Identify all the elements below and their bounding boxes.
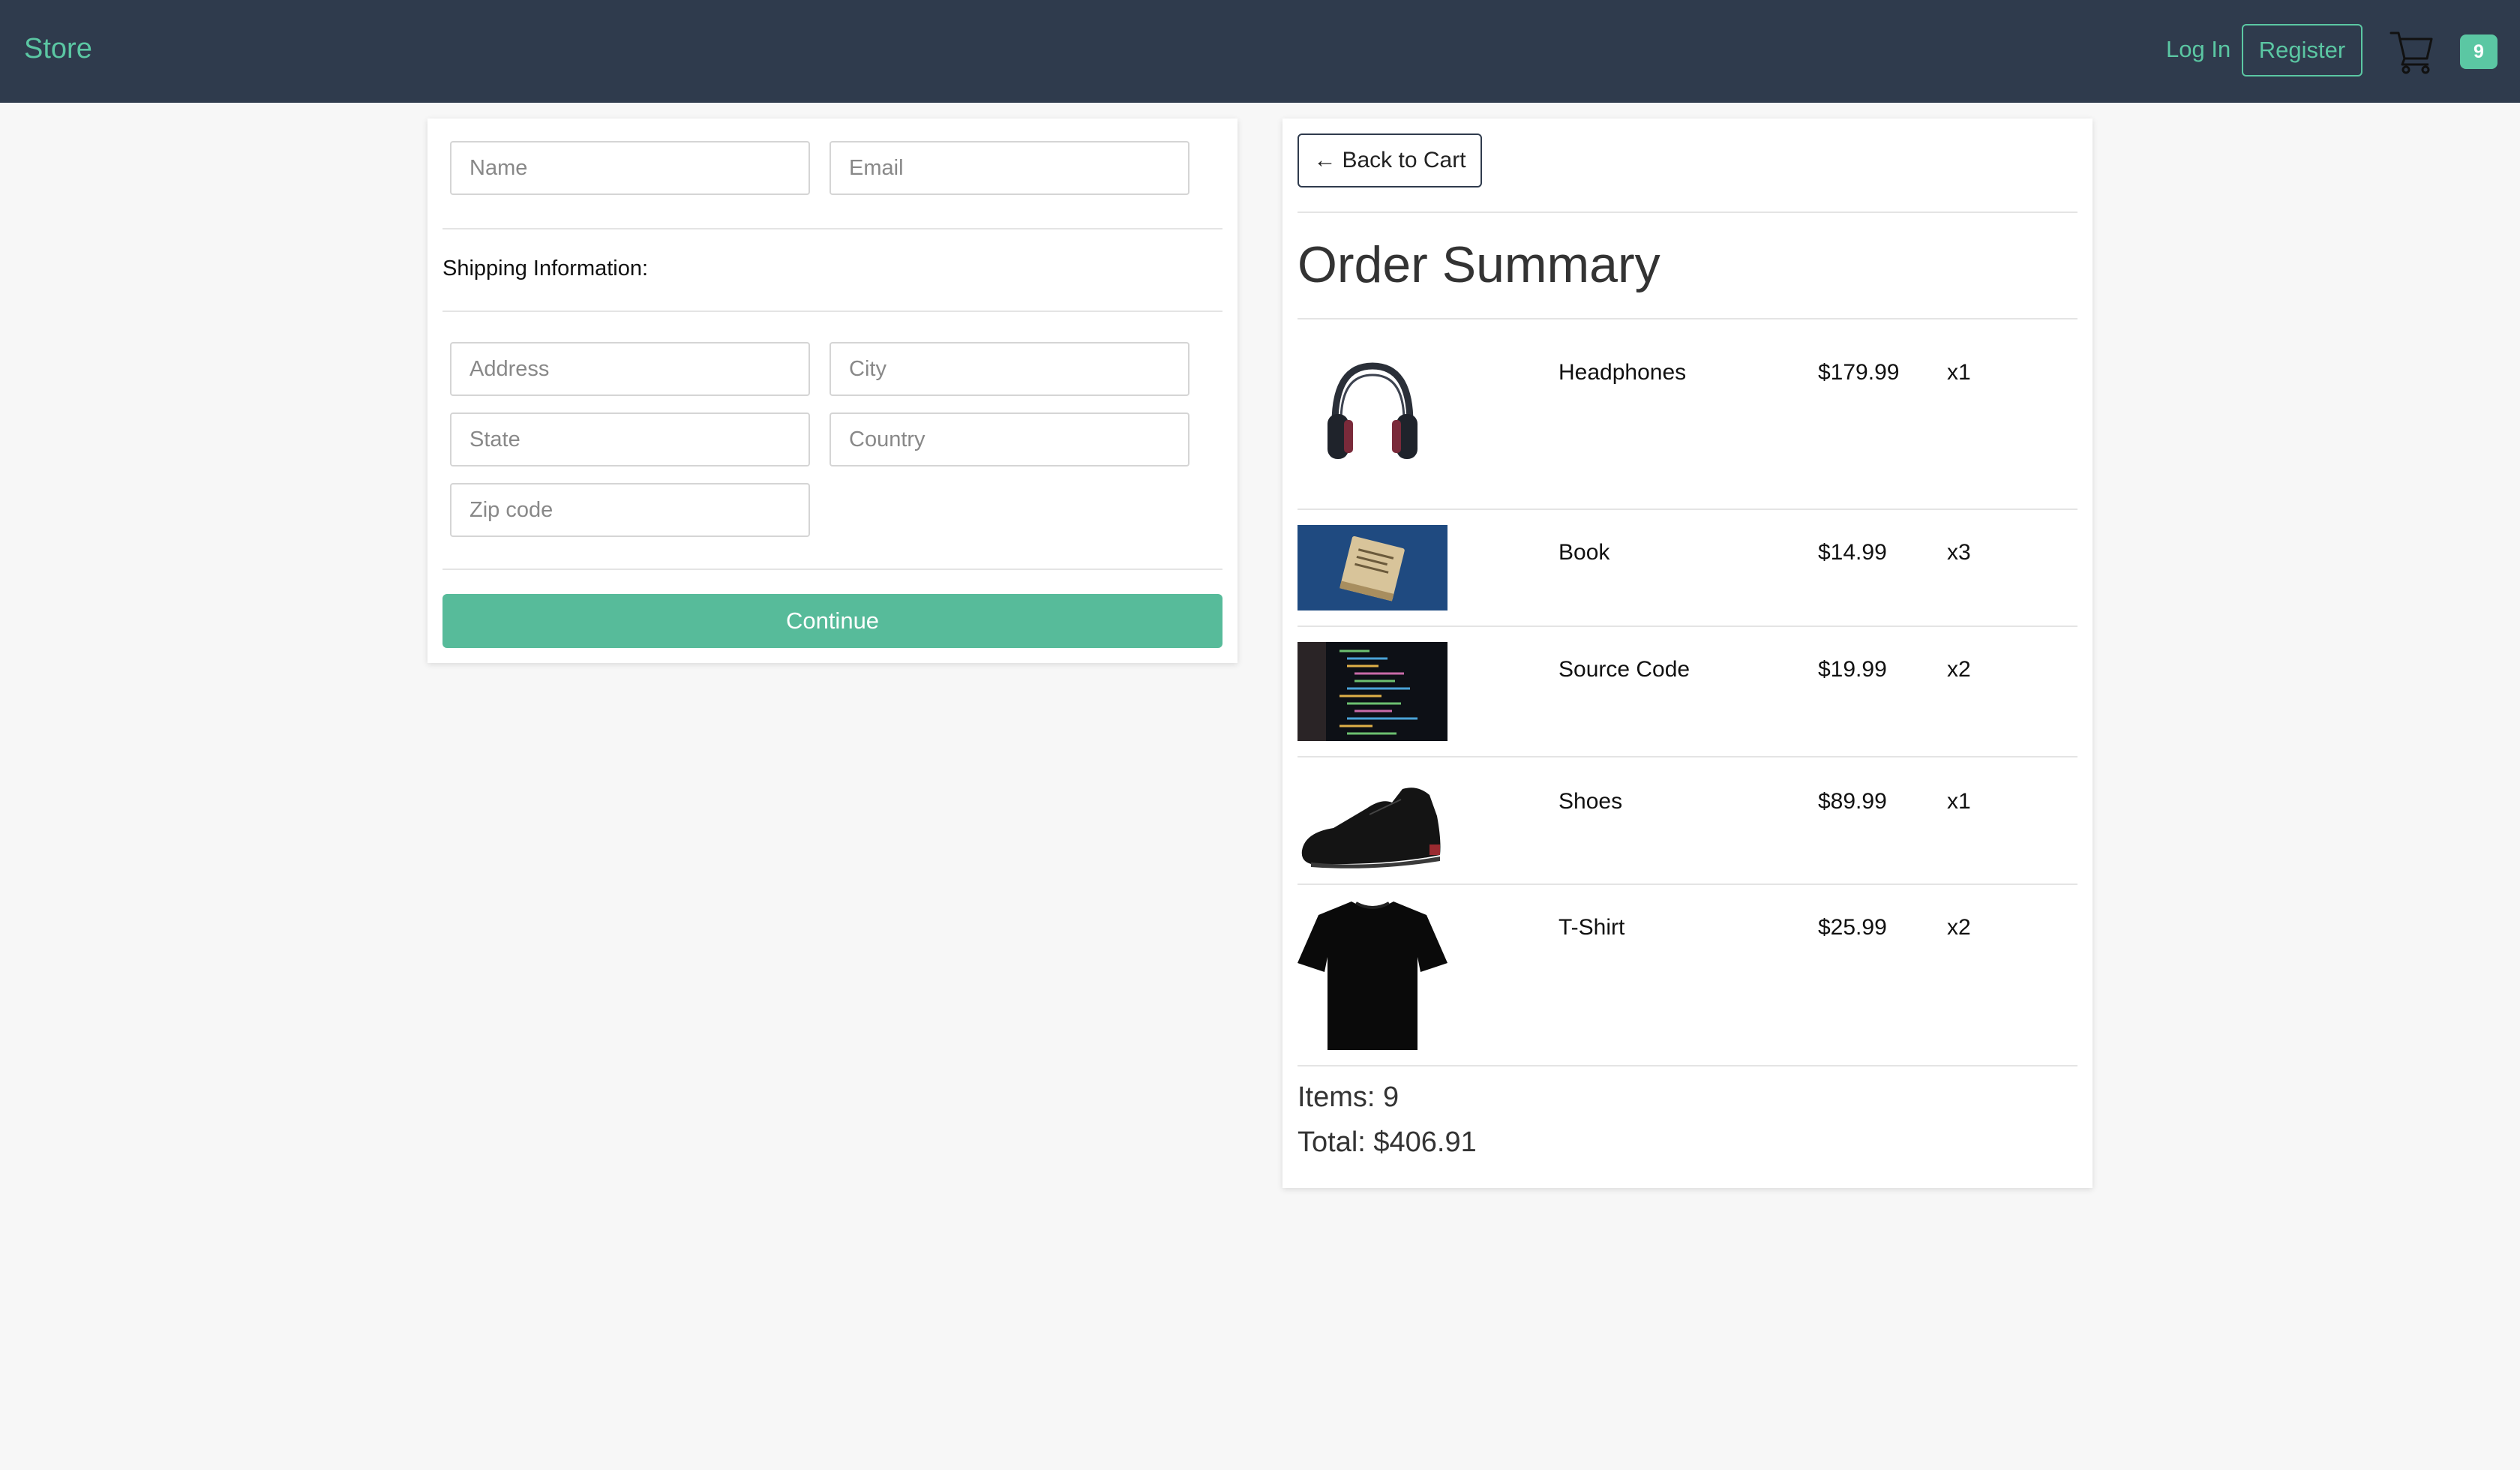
source-code-image (1298, 642, 1448, 741)
item-name: T-Shirt (1558, 915, 1625, 940)
order-total: Total: $406.91 (1298, 1126, 1477, 1158)
divider (1298, 884, 2078, 885)
item-quantity: x2 (1947, 915, 1971, 940)
divider (442, 228, 1222, 230)
divider (1298, 212, 2078, 213)
divider (1298, 318, 2078, 320)
store-brand-link[interactable]: Store (24, 33, 92, 65)
items-count: Items: 9 (1298, 1082, 1400, 1113)
order-summary-card: ← Back to Cart Order Summary Headphones … (1282, 118, 2092, 1188)
item-quantity: x1 (1947, 789, 1971, 814)
divider (1298, 1065, 2078, 1066)
cart-count-badge: 9 (2460, 34, 2498, 69)
navbar: Store Log In Register 9 (0, 0, 2520, 103)
address-input[interactable]: Address (450, 342, 810, 396)
divider (442, 568, 1222, 570)
item-price: $179.99 (1818, 360, 1900, 385)
register-button[interactable]: Register (2242, 24, 2362, 76)
order-summary-title: Order Summary (1298, 236, 1660, 293)
order-item-row: Source Code $19.99 x2 (1298, 642, 2078, 741)
item-price: $19.99 (1818, 657, 1887, 682)
headphones-image (1298, 333, 1448, 483)
item-name: Shoes (1558, 789, 1623, 814)
item-price: $14.99 (1818, 540, 1887, 565)
country-input[interactable]: Country (830, 412, 1190, 466)
shipping-information-label: Shipping Information: (442, 256, 649, 280)
item-quantity: x2 (1947, 657, 1971, 682)
back-to-cart-label: Back to Cart (1342, 148, 1466, 172)
item-name: Headphones (1558, 360, 1687, 385)
order-item-row: Headphones $179.99 x1 (1298, 333, 2078, 483)
divider (1298, 508, 2078, 510)
item-quantity: x3 (1947, 540, 1971, 565)
shoes-image (1298, 772, 1448, 872)
back-to-cart-button[interactable]: ← Back to Cart (1298, 134, 1482, 188)
divider (1298, 626, 2078, 627)
email-input[interactable]: Email (830, 141, 1190, 195)
cart-icon[interactable] (2390, 28, 2436, 75)
item-price: $89.99 (1818, 789, 1887, 814)
divider (1298, 756, 2078, 758)
continue-button[interactable]: Continue (442, 594, 1222, 648)
checkout-form-card: Name Email Shipping Information: Address… (428, 118, 1238, 663)
name-input[interactable]: Name (450, 141, 810, 195)
order-item-row: T-Shirt $25.99 x2 (1298, 900, 2078, 1050)
order-item-row: Book $14.99 x3 (1298, 525, 2078, 610)
arrow-left-icon: ← (1313, 148, 1336, 172)
tshirt-image (1298, 900, 1448, 1050)
city-input[interactable]: City (830, 342, 1190, 396)
order-item-row: Shoes $89.99 x1 (1298, 772, 2078, 872)
login-link[interactable]: Log In (2166, 36, 2230, 63)
item-name: Source Code (1558, 657, 1690, 682)
state-input[interactable]: State (450, 412, 810, 466)
zip-code-input[interactable]: Zip code (450, 483, 810, 537)
item-name: Book (1558, 540, 1610, 565)
divider (442, 310, 1222, 312)
item-price: $25.99 (1818, 915, 1887, 940)
book-image (1298, 525, 1448, 610)
item-quantity: x1 (1947, 360, 1971, 385)
